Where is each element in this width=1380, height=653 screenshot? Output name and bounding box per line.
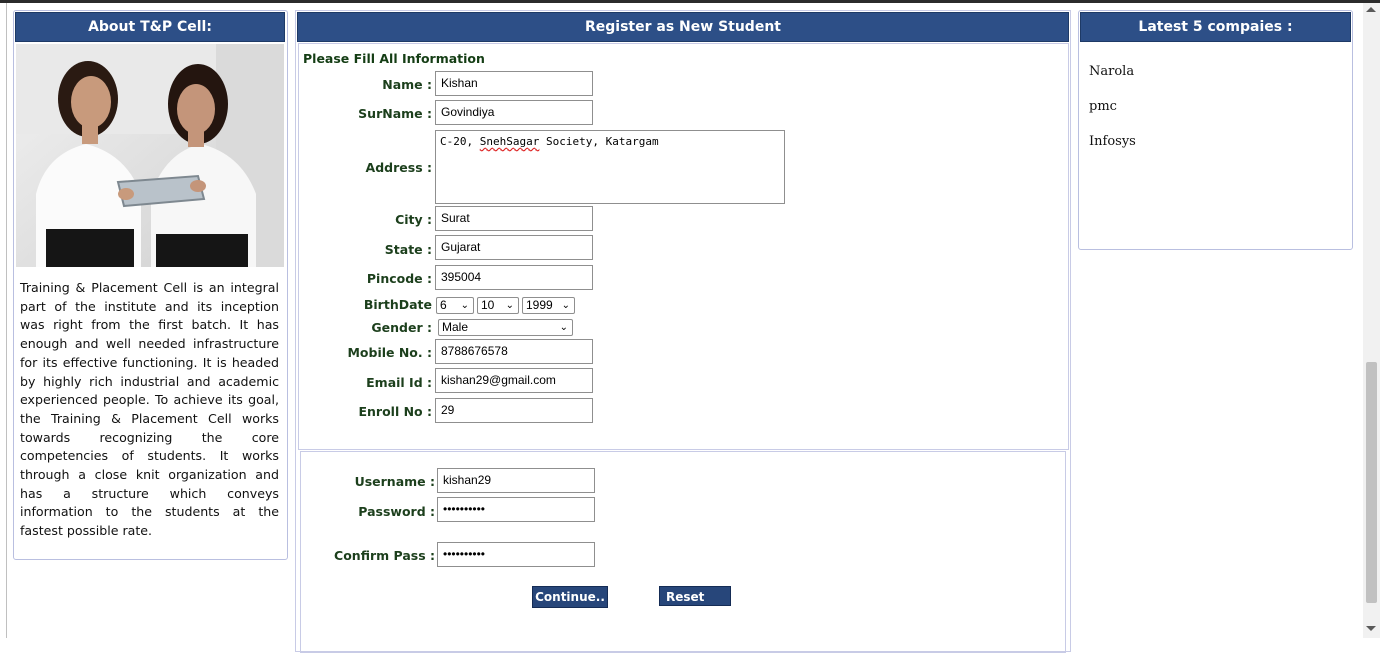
email-input[interactable]: kishan29@gmail.com xyxy=(435,368,593,393)
birth-month-select[interactable]: 10 ⌄ xyxy=(477,297,519,314)
name-input[interactable]: Kishan xyxy=(435,71,593,96)
about-panel-title: About T&P Cell: xyxy=(15,12,285,42)
surname-input[interactable]: Govindiya xyxy=(435,100,593,125)
chevron-down-icon: ⌄ xyxy=(505,300,514,311)
password-label: Password : xyxy=(358,504,435,519)
window-top-border xyxy=(0,0,1380,3)
birth-year-select[interactable]: 1999 ⌄ xyxy=(522,297,575,314)
enroll-label: Enroll No : xyxy=(358,404,432,419)
scroll-down-arrow-icon[interactable] xyxy=(1366,626,1376,631)
pincode-label: Pincode : xyxy=(366,271,432,286)
scroll-up-arrow-icon[interactable] xyxy=(1366,7,1376,12)
birth-day-select[interactable]: 6 ⌄ xyxy=(436,297,474,314)
address-spellcheck-word: SnehSagar xyxy=(479,135,540,148)
chevron-down-icon: ⌄ xyxy=(561,300,570,311)
chevron-down-icon: ⌄ xyxy=(460,300,469,311)
birthdate-label: BirthDate xyxy=(363,297,432,312)
company-item[interactable]: pmc xyxy=(1089,99,1117,114)
confirm-password-input[interactable]: •••••••••• xyxy=(437,542,595,567)
username-input[interactable]: kishan29 xyxy=(437,468,595,493)
pincode-input[interactable]: 395004 xyxy=(435,265,593,290)
scrollbar-thumb[interactable] xyxy=(1366,362,1377,603)
password-input[interactable]: •••••••••• xyxy=(437,497,595,522)
city-label: City : xyxy=(395,212,432,227)
email-label: Email Id : xyxy=(366,375,432,390)
gender-label: Gender : xyxy=(371,320,432,335)
enroll-input[interactable]: 29 xyxy=(435,398,593,423)
window-left-border xyxy=(6,3,7,638)
state-label: State : xyxy=(384,242,432,257)
birth-month-value: 10 xyxy=(481,298,495,312)
students-photo xyxy=(16,44,284,267)
mobile-input[interactable]: 8788676578 xyxy=(435,339,593,364)
address-textarea[interactable]: C-20, SnehSagar Society, Katargam xyxy=(435,130,785,204)
companies-panel xyxy=(1078,10,1353,250)
reset-button[interactable]: Reset xyxy=(659,586,731,606)
city-input[interactable]: Surat xyxy=(435,206,593,231)
birth-year-value: 1999 xyxy=(526,298,553,312)
state-input[interactable]: Gujarat xyxy=(435,235,593,260)
continue-button[interactable]: Continue.. xyxy=(532,586,608,608)
gender-select[interactable]: Male ⌄ xyxy=(438,319,573,336)
address-label: Address : xyxy=(365,160,432,175)
company-item[interactable]: Narola xyxy=(1089,64,1134,79)
mobile-label: Mobile No. : xyxy=(347,345,432,360)
companies-panel-title: Latest 5 compaies : xyxy=(1080,12,1351,42)
form-instructions: Please Fill All Information xyxy=(303,51,485,66)
company-item[interactable]: Infosys xyxy=(1089,134,1136,149)
register-panel-title: Register as New Student xyxy=(297,12,1069,42)
name-label: Name : xyxy=(382,77,432,92)
address-text-prefix: C-20, xyxy=(440,135,480,148)
chevron-down-icon: ⌄ xyxy=(559,322,568,333)
address-text-suffix: Society, Katargam xyxy=(539,135,659,148)
surname-label: SurName : xyxy=(358,106,432,121)
confirm-password-label: Confirm Pass : xyxy=(334,548,435,563)
username-label: Username : xyxy=(354,474,435,489)
birth-day-value: 6 xyxy=(440,298,447,312)
about-description: Training & Placement Cell is an integral… xyxy=(20,280,279,539)
gender-value: Male xyxy=(442,320,469,334)
